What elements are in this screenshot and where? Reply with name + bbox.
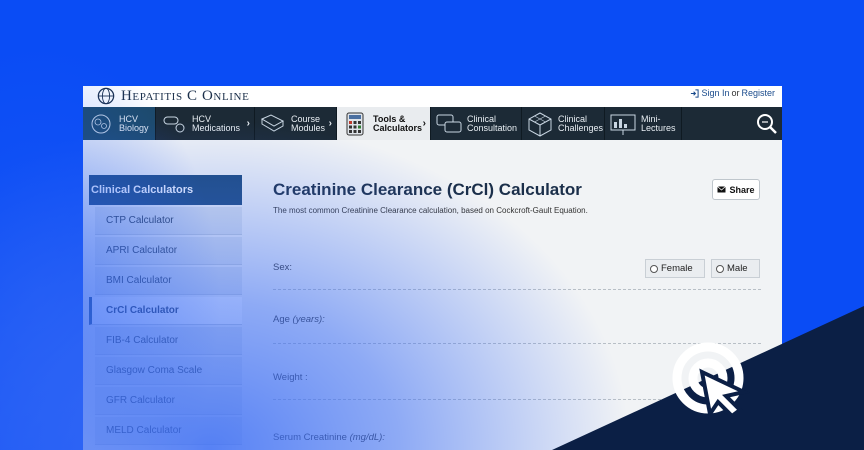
presentation-icon (610, 114, 636, 135)
creatinine-label-text: Serum Creatinine (273, 432, 347, 443)
nav-label: HCV Biology (119, 113, 149, 133)
sidebar-item-gfr[interactable]: GFR Calculator (95, 387, 242, 415)
logo-text: Hepatitis C Online (121, 88, 250, 104)
sidebar-item-apri[interactable]: APRI Calculator (95, 237, 242, 265)
nav-label: Clinical Challenges (558, 113, 604, 133)
site-logo[interactable]: Hepatitis C Online (97, 86, 249, 106)
share-button[interactable]: Share (712, 179, 760, 200)
sidebar-item-bmi[interactable]: BMI Calculator (95, 267, 242, 295)
page-title: Creatinine Clearance (CrCl) Calculator (273, 180, 582, 199)
sidebar-heading: Clinical Calculators (89, 175, 242, 205)
nav-label: Course Modules (291, 113, 326, 133)
sidebar-item-meld[interactable]: MELD Calculator (95, 417, 242, 445)
sign-in-link[interactable]: Sign In (701, 88, 729, 98)
share-label: Share (729, 184, 755, 195)
calculator-icon (346, 112, 364, 135)
sidebar-item-glasgow[interactable]: Glasgow Coma Scale (95, 357, 242, 385)
sex-row: Sex: Female Male (273, 259, 761, 290)
chevron-right-icon: › (246, 118, 250, 129)
globe-logo-icon (97, 87, 115, 105)
browser-page: Hepatitis C Online Sign In or Register H… (83, 86, 782, 450)
sidebar-item-fib4[interactable]: FIB-4 Calculator (95, 327, 242, 355)
sidebar-item-crcl[interactable]: CrCl Calculator (89, 297, 242, 325)
nav-item-course-modules[interactable]: Course Modules › (255, 107, 337, 140)
female-label: Female (661, 263, 693, 274)
age-label-text: Age (273, 314, 290, 325)
register-link[interactable]: Register (741, 88, 775, 98)
weight-label: Weight : (273, 372, 308, 383)
page-subtitle: The most common Creatinine Clearance cal… (273, 206, 588, 215)
search-button[interactable] (752, 107, 782, 140)
sex-label: Sex: (273, 262, 293, 273)
nav-label: Mini- Lectures (641, 113, 676, 133)
main-nav: HCV Biology HCV Medications › Course Mod… (83, 107, 782, 140)
nav-item-clinical-challenges[interactable]: Clinical Challenges (522, 107, 605, 140)
pills-icon (163, 116, 185, 132)
nav-item-clinical-consultation[interactable]: Clinical Consultation (431, 107, 522, 140)
book-icon (260, 113, 285, 132)
nav-item-tools-calculators[interactable]: Tools & Calculators › (337, 107, 431, 140)
chevron-right-icon: › (422, 118, 426, 129)
speech-bubbles-icon (436, 114, 462, 132)
weight-row[interactable]: Weight : (273, 344, 761, 400)
nav-label: Tools & Calculators (373, 113, 423, 133)
envelope-icon (717, 186, 727, 193)
nav-item-mini-lectures[interactable]: Mini- Lectures (605, 107, 682, 140)
signin-area: Sign In or Register (690, 88, 775, 98)
sign-in-icon (691, 88, 700, 98)
age-row[interactable]: Age (years): (273, 290, 761, 344)
sidebar-item-ctp[interactable]: CTP Calculator (95, 207, 242, 235)
sidebar: Clinical Calculators CTP Calculator APRI… (89, 175, 242, 445)
creatinine-row[interactable]: Serum Creatinine (mg/dL): (273, 400, 761, 450)
cube-icon (528, 111, 552, 137)
search-icon (757, 113, 777, 134)
chevron-right-icon: › (328, 118, 332, 129)
male-radio[interactable]: Male (711, 259, 760, 278)
radio-circle-icon (650, 264, 658, 273)
top-bar: Hepatitis C Online Sign In or Register (83, 86, 782, 107)
radio-circle-icon (716, 264, 724, 273)
nav-label: HCV Medications (192, 113, 241, 133)
creatinine-unit: (mg/dL): (349, 432, 385, 443)
creatinine-label: Serum Creatinine (mg/dL): (273, 432, 385, 443)
nav-label: Clinical Consultation (467, 113, 518, 133)
age-unit: (years): (292, 314, 325, 325)
nav-item-hcv-medications[interactable]: HCV Medications › (156, 107, 255, 140)
nav-item-hcv-biology[interactable]: HCV Biology (83, 107, 156, 140)
globe-cell-icon (91, 114, 111, 133)
or-text: or (731, 88, 740, 98)
calculator-form: Creatinine Clearance (CrCl) Calculator T… (273, 175, 761, 443)
male-label: Male (727, 263, 748, 274)
female-radio[interactable]: Female (645, 259, 705, 278)
age-label: Age (years): (273, 314, 325, 325)
